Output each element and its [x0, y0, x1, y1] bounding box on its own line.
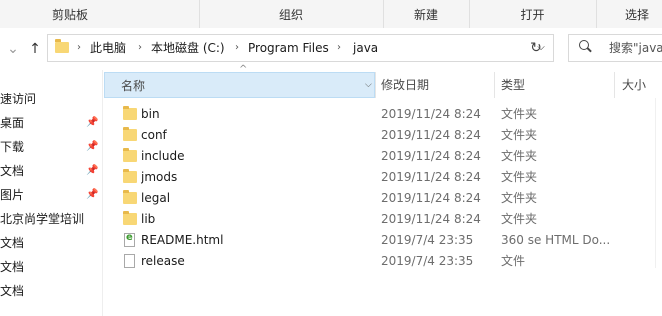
folder-icon	[123, 148, 137, 162]
file-type: 文件夹	[501, 191, 538, 205]
breadcrumb-chevron-icon[interactable]: ›	[337, 35, 341, 61]
folder-icon	[123, 190, 137, 204]
column-divider[interactable]	[494, 72, 495, 98]
folder-icon	[123, 211, 137, 225]
file-date: 2019/11/24 8:24	[381, 212, 481, 226]
nav-desktop[interactable]: 桌面	[0, 111, 100, 135]
ribbon-group-select[interactable]: 选择	[597, 0, 662, 28]
folder-icon	[123, 106, 137, 120]
folder-icon	[123, 169, 137, 183]
ribbon: 剪贴板 组织 新建 打开 选择	[0, 0, 662, 29]
file-row-release[interactable]: release 2019/7/4 23:35 文件	[102, 251, 662, 272]
nav-folder-documents[interactable]: 文档	[0, 231, 100, 255]
column-header-type[interactable]: 类型	[501, 72, 611, 98]
nav-pictures[interactable]: 图片	[0, 183, 100, 207]
pin-icon[interactable]: 📌	[86, 111, 98, 135]
breadcrumb-chevron-icon[interactable]: ›	[77, 35, 81, 61]
file-row-bin[interactable]: bin 2019/11/24 8:24 文件夹	[102, 104, 662, 125]
search-placeholder: 搜索"java	[609, 41, 662, 55]
breadcrumb-this-pc[interactable]: 此电脑	[90, 35, 126, 61]
column-header-name[interactable]: 名称	[104, 72, 375, 98]
ribbon-group-new[interactable]: 新建	[384, 0, 468, 28]
file-name: README.html	[141, 233, 224, 247]
recent-locations-chevron-icon[interactable]: ⌄	[4, 28, 22, 70]
nav-downloads[interactable]: 下载	[0, 135, 100, 159]
ribbon-group-clipboard[interactable]: 剪贴板	[0, 0, 140, 28]
ribbon-group-open[interactable]: 打开	[470, 0, 595, 28]
file-name: bin	[141, 107, 160, 121]
folder-icon	[123, 127, 137, 141]
file-date: 2019/11/24 8:24	[381, 170, 481, 184]
file-type: 文件夹	[501, 128, 538, 142]
file-date: 2019/7/4 23:35	[381, 233, 474, 247]
nav-documents[interactable]: 文档	[0, 159, 100, 183]
file-type: 文件夹	[501, 107, 538, 121]
breadcrumb-java[interactable]: java	[353, 35, 378, 61]
search-icon	[579, 40, 589, 50]
size-column-guide	[655, 98, 656, 268]
file-date: 2019/11/24 8:24	[381, 128, 481, 142]
nav-folder-documents[interactable]: 文档	[0, 279, 100, 303]
file-date: 2019/11/24 8:24	[381, 149, 481, 163]
file-date: 2019/11/24 8:24	[381, 191, 481, 205]
breadcrumb-program-files[interactable]: Program Files	[248, 35, 329, 61]
column-header-size[interactable]: 大小	[622, 72, 662, 98]
nav-bjsxt-training[interactable]: 北京尚学堂培训	[0, 207, 100, 231]
refresh-icon[interactable]: ↻	[524, 36, 548, 60]
nav-folder-documents[interactable]: 文档	[0, 255, 100, 279]
file-row-jmods[interactable]: jmods 2019/11/24 8:24 文件夹	[102, 167, 662, 188]
file-name: jmods	[141, 170, 178, 184]
nav-quick-access[interactable]: 速访问	[0, 87, 100, 111]
file-row-lib[interactable]: lib 2019/11/24 8:24 文件夹	[102, 209, 662, 230]
file-row-readme[interactable]: README.html 2019/7/4 23:35 360 se HTML D…	[102, 230, 662, 251]
address-bar[interactable]: › 此电脑 › 本地磁盘 (C:) › Program Files › java…	[47, 34, 554, 62]
column-header-name-label: 名称	[121, 79, 146, 93]
file-type: 文件夹	[501, 149, 538, 163]
file-row-legal[interactable]: legal 2019/11/24 8:24 文件夹	[102, 188, 662, 209]
breadcrumb-chevron-icon[interactable]: ›	[235, 35, 239, 61]
pin-icon[interactable]: 📌	[86, 159, 98, 183]
file-date: 2019/11/24 8:24	[381, 107, 481, 121]
file-name: lib	[141, 212, 156, 226]
file-type: 文件夹	[501, 170, 538, 184]
file-icon	[124, 254, 135, 268]
file-name: include	[141, 149, 185, 163]
file-type: 文件	[501, 254, 526, 268]
file-date: 2019/7/4 23:35	[381, 254, 474, 268]
breadcrumb-chevron-icon[interactable]: ›	[138, 35, 142, 61]
file-row-include[interactable]: include 2019/11/24 8:24 文件夹	[102, 146, 662, 167]
column-divider[interactable]	[375, 72, 376, 98]
html-file-icon	[124, 232, 135, 247]
pin-icon[interactable]: 📌	[86, 183, 98, 207]
column-filter-chevron-icon[interactable]: ⌵	[365, 72, 375, 98]
column-divider[interactable]	[614, 72, 615, 98]
ribbon-group-organize[interactable]: 组织	[200, 0, 382, 28]
pin-icon[interactable]: 📌	[86, 135, 98, 159]
address-row: ⌄ ↑ › 此电脑 › 本地磁盘 (C:) › Program Files › …	[0, 28, 662, 70]
breadcrumb-local-disk[interactable]: 本地磁盘 (C:)	[151, 35, 225, 61]
file-name: release	[141, 254, 185, 268]
column-header-date[interactable]: 修改日期	[381, 72, 491, 98]
file-type: 360 se HTML Do...	[501, 233, 611, 247]
up-arrow-icon[interactable]: ↑	[26, 28, 44, 70]
folder-icon	[55, 39, 69, 53]
file-name: legal	[141, 191, 171, 205]
navigation-pane: 速访问 桌面 📌 下载 📌 文档 📌 图片 📌 北京尚学堂培训 文档 文档 文档	[0, 70, 103, 316]
file-row-conf[interactable]: conf 2019/11/24 8:24 文件夹	[102, 125, 662, 146]
file-name: conf	[141, 128, 167, 142]
file-type: 文件夹	[501, 212, 538, 226]
search-input[interactable]: 搜索"java	[568, 34, 662, 62]
